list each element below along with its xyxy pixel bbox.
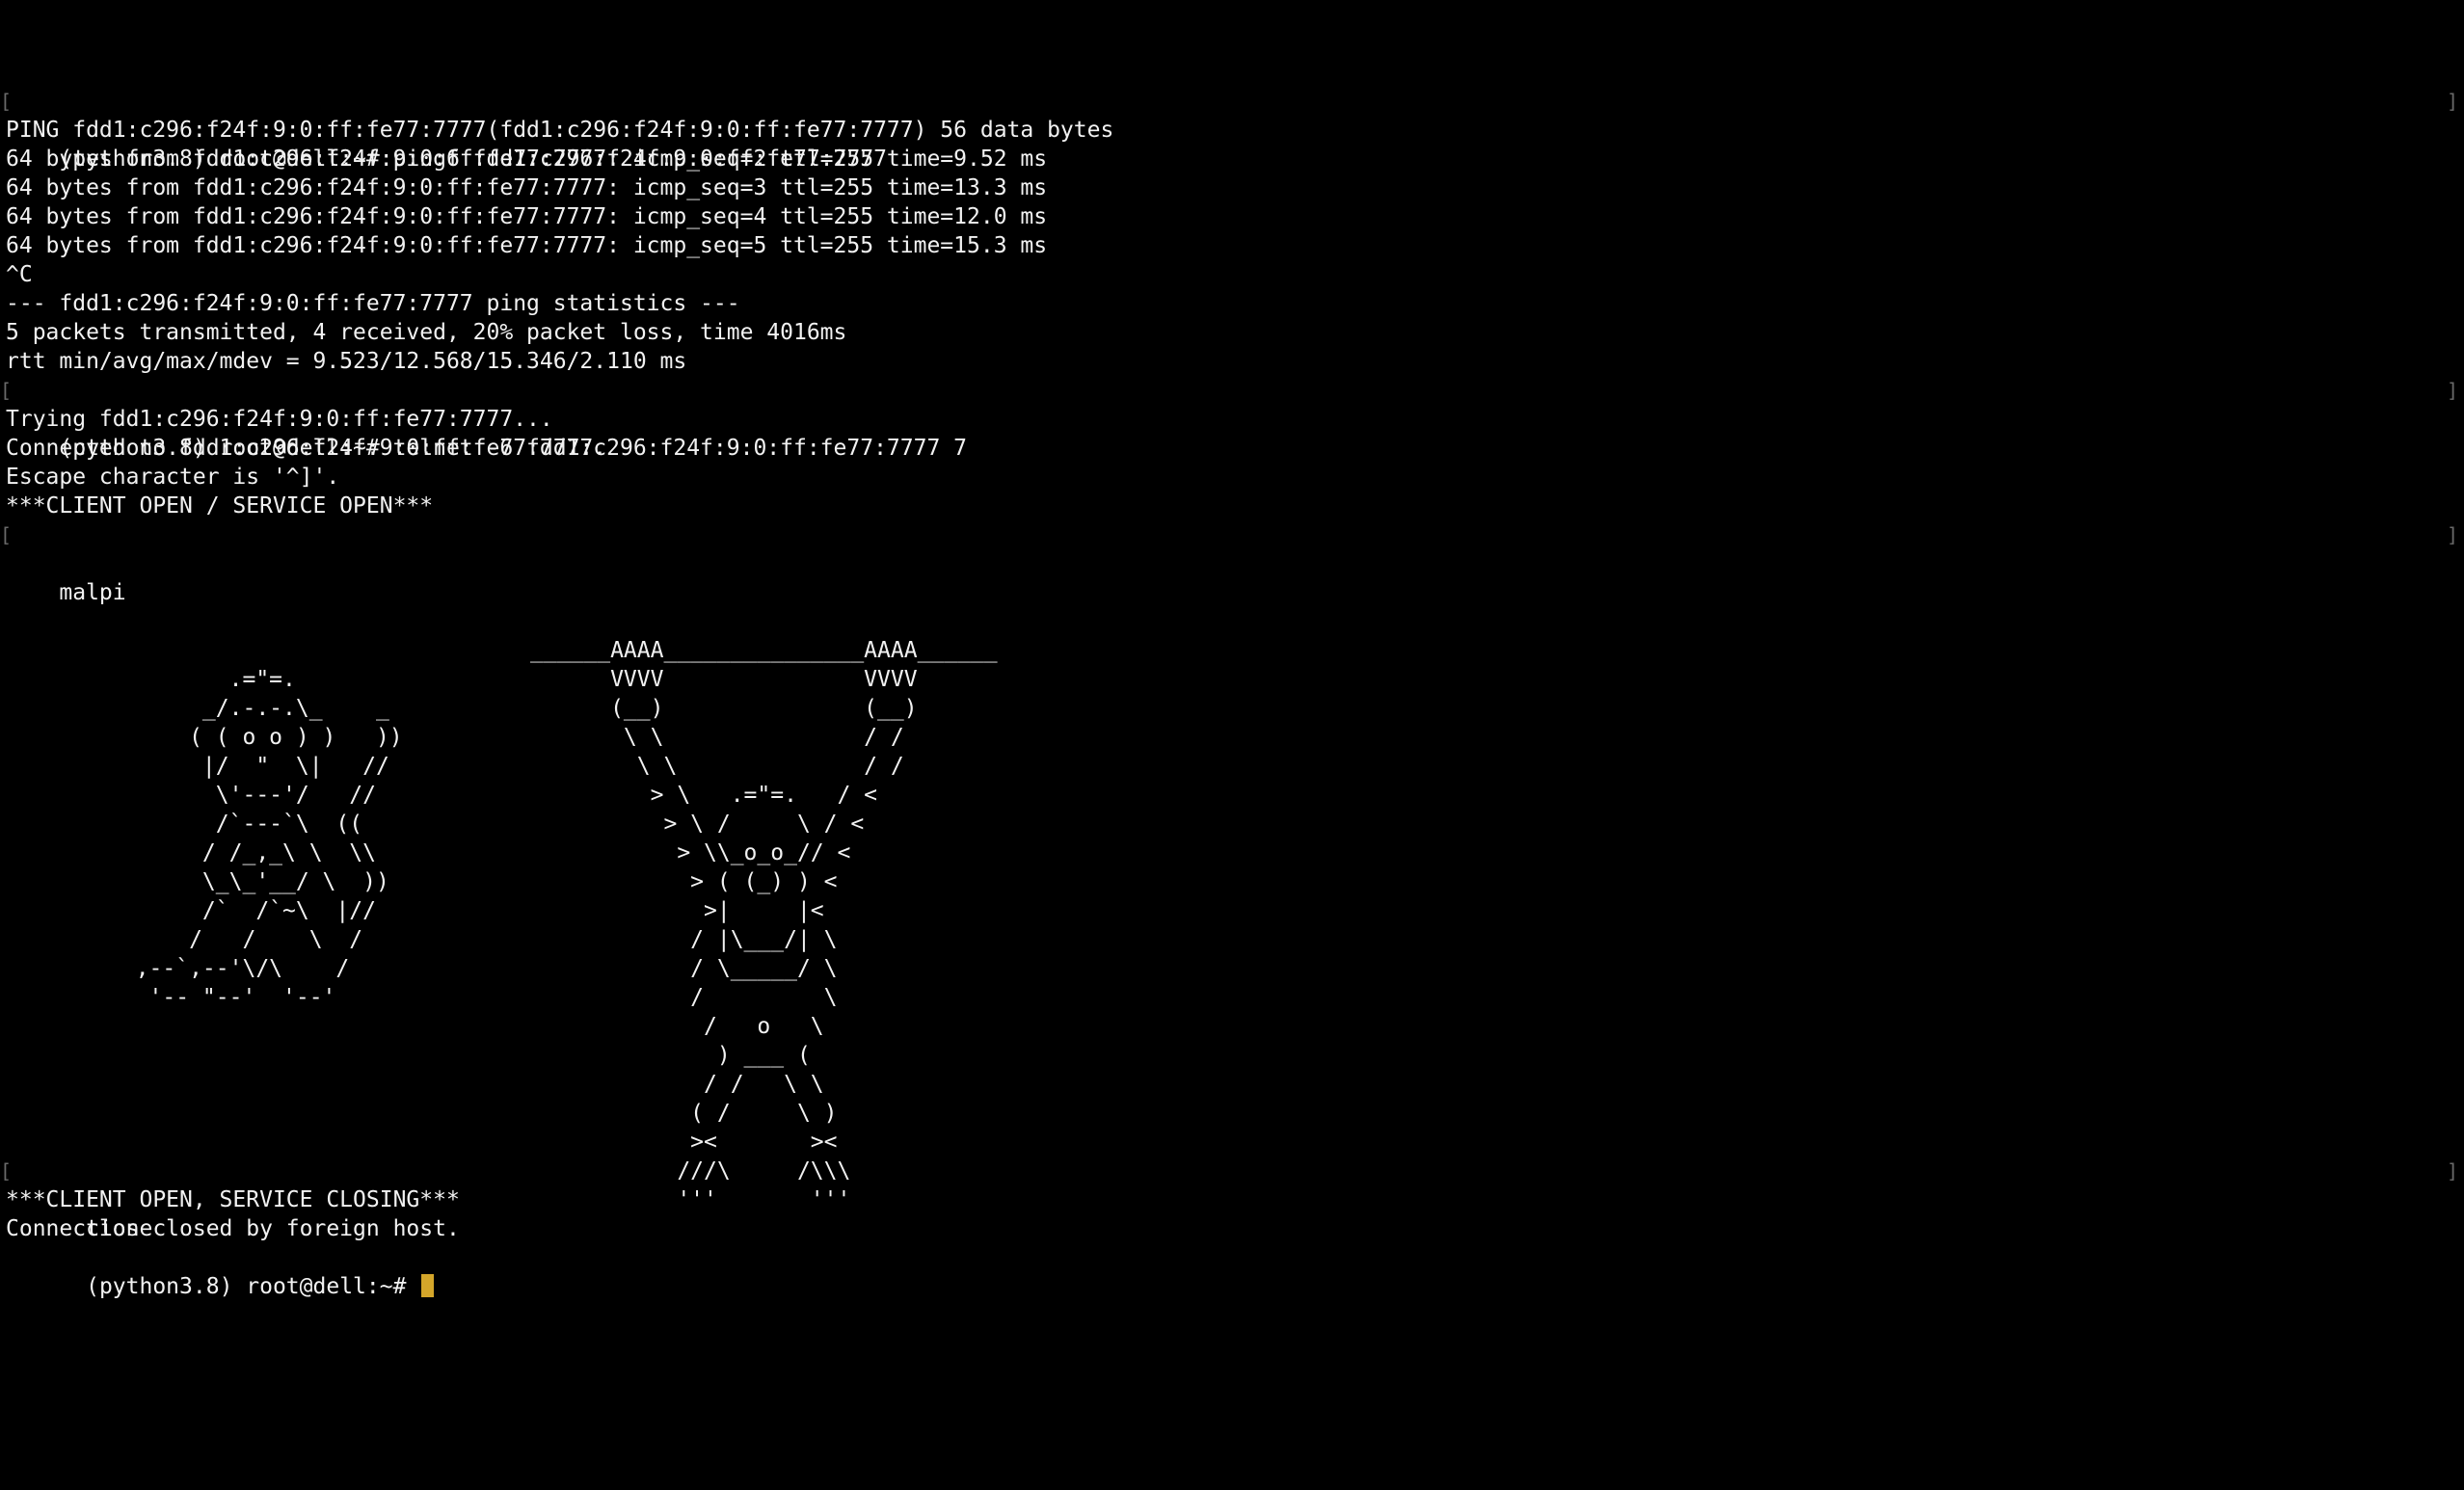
terminal-line: Connected to fdd1:c296:f24f:9:0:ff:fe77:… <box>6 436 607 461</box>
terminal-line: 64 bytes from fdd1:c296:f24f:9:0:ff:fe77… <box>6 146 1048 172</box>
terminal-line-input-close: [ close ] <box>0 1157 2464 1241</box>
terminal-line: ^C <box>6 262 33 287</box>
line-marker-right: ] <box>2446 379 2458 402</box>
terminal-line: rtt min/avg/max/mdev = 9.523/12.568/15.3… <box>6 349 687 374</box>
terminal-line-input-malpi: [ malpi ] <box>0 520 2464 605</box>
terminal-window[interactable]: [ (python3.8) root@dell:~# ping6 fdd1:c2… <box>0 87 2464 1455</box>
terminal-line: ***CLIENT OPEN, SERVICE CLOSING*** <box>6 1187 460 1212</box>
terminal-block-closing: [ close ] ***CLIENT OPEN, SERVICE CLOSIN… <box>0 1157 2464 1299</box>
line-marker-right: ] <box>2446 1159 2458 1183</box>
line-marker-right: ] <box>2446 90 2458 113</box>
line-marker-left: [ <box>0 1159 13 1183</box>
ascii-art-dancing-figure: .="=. _/.-.-.\_ _ ( ( o o ) ) )) |/ " \|… <box>135 667 403 1010</box>
ascii-art-hanging-figure: ______AAAA_______________AAAA______ VVVV… <box>530 638 998 1212</box>
terminal-line: Escape character is '^]'. <box>6 465 340 490</box>
terminal-line: 64 bytes from fdd1:c296:f24f:9:0:ff:fe77… <box>6 175 1048 200</box>
terminal-line: Connection closed by foreign host. <box>6 1216 460 1241</box>
line-marker-right: ] <box>2446 523 2458 546</box>
terminal-line: Trying fdd1:c296:f24f:9:0:ff:fe77:7777..… <box>6 407 553 432</box>
terminal-line: 64 bytes from fdd1:c296:f24f:9:0:ff:fe77… <box>6 233 1048 258</box>
cursor-block <box>421 1274 435 1297</box>
terminal-line: --- fdd1:c296:f24f:9:0:ff:fe77:7777 ping… <box>6 291 740 316</box>
terminal-line: 5 packets transmitted, 4 received, 20% p… <box>6 320 847 345</box>
terminal-line: ***CLIENT OPEN / SERVICE OPEN*** <box>6 493 434 519</box>
line-marker-left: [ <box>0 523 13 546</box>
terminal-line-prompt-telnet: [ (python3.8) root@dell:~# telnet -6 fdd… <box>0 376 2464 461</box>
terminal-line: 64 bytes from fdd1:c296:f24f:9:0:ff:fe77… <box>6 204 1048 229</box>
terminal-line: PING fdd1:c296:f24f:9:0:ff:fe77:7777(fdd… <box>6 118 1114 143</box>
terminal-line-prompt-current[interactable]: (python3.8) root@dell:~# <box>0 1243 2464 1299</box>
line-marker-left: [ <box>0 379 13 402</box>
terminal-line-prompt-ping6: [ (python3.8) root@dell:~# ping6 fdd1:c2… <box>0 87 2464 172</box>
line-marker-left: [ <box>0 90 13 113</box>
